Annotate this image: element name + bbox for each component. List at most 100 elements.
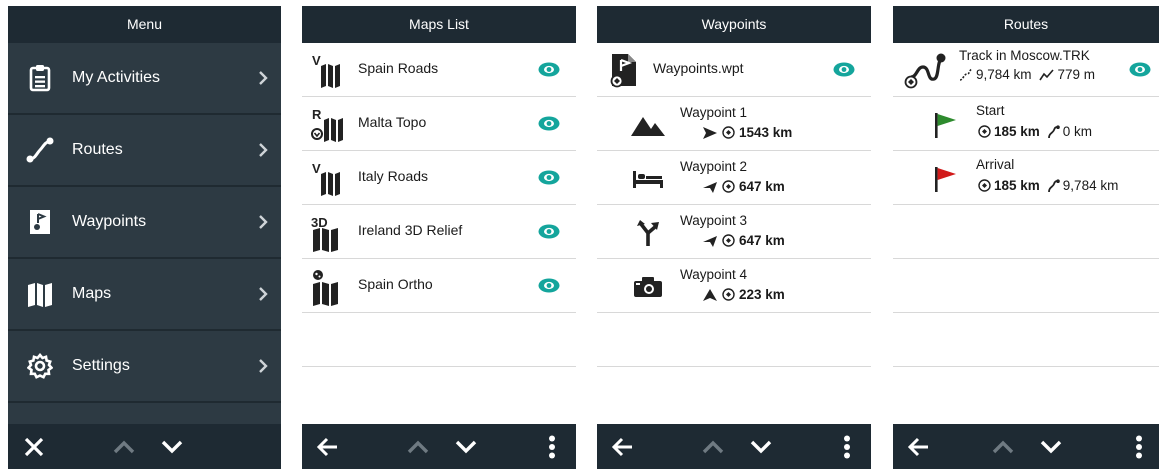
map-item-spain-roads[interactable]: V Spain Roads [302, 43, 576, 97]
maps-list-title: Maps List [302, 6, 576, 43]
route-point-arrival[interactable]: Arrival 185 km 9,784 km [893, 151, 1159, 205]
scroll-up-button[interactable] [398, 424, 438, 469]
visible-eye-icon[interactable] [538, 62, 560, 77]
waypoint-file-name: Waypoints.wpt [653, 60, 744, 76]
track-stats: 9,784 km 779 m [959, 67, 1095, 82]
waypoint-name: Waypoint 3 [680, 213, 748, 228]
relief-map-icon: 3D [306, 211, 352, 255]
scroll-down-button[interactable] [152, 424, 192, 469]
scroll-down-button[interactable] [1031, 424, 1071, 469]
route-point-start[interactable]: Start 185 km 0 km [893, 97, 1159, 151]
more-options-button[interactable] [1119, 424, 1159, 469]
route-point-name: Start [976, 103, 1005, 118]
waypoint-distance: 647 km [739, 233, 785, 248]
waypoint-distance: 1543 km [739, 125, 793, 140]
chevron-up-icon [113, 440, 135, 453]
scroll-up-button[interactable] [983, 424, 1023, 469]
bed-icon [631, 163, 665, 195]
waypoint-row[interactable]: Waypoint 1 1543 km [597, 97, 871, 151]
more-vertical-icon [549, 435, 555, 458]
maps-bottom-bar [302, 424, 576, 469]
scroll-up-button[interactable] [104, 424, 144, 469]
direction-arrow-icon [702, 234, 718, 248]
maps-list-screen: Maps List V Spain Roads R Malta Topo V I… [302, 6, 576, 469]
back-arrow-icon [317, 437, 337, 456]
visible-eye-icon[interactable] [538, 116, 560, 131]
more-options-button[interactable] [827, 424, 867, 469]
back-button[interactable] [899, 424, 939, 469]
close-icon [24, 437, 44, 456]
menu-screen: Menu My Activities Routes Waypoints Maps… [8, 6, 281, 469]
green-flag-icon [935, 113, 956, 138]
back-arrow-icon [612, 437, 632, 456]
route-point-distance: 185 km [994, 178, 1040, 193]
list-item-empty [893, 205, 1159, 259]
close-button[interactable] [14, 424, 54, 469]
ortho-map-icon [306, 265, 352, 309]
track-elevation: 779 m [1057, 67, 1096, 82]
map-name: Spain Ortho [358, 276, 433, 292]
chevron-right-icon [245, 358, 281, 374]
waypoint-row[interactable]: Waypoint 2 647 km [597, 151, 871, 205]
map-item-italy-roads[interactable]: V Italy Roads [302, 151, 576, 205]
menu-item-routes[interactable]: Routes [8, 115, 281, 187]
visible-eye-icon[interactable] [833, 62, 855, 77]
map-item-ireland-3d-relief[interactable]: 3D Ireland 3D Relief [302, 205, 576, 259]
scroll-down-button[interactable] [741, 424, 781, 469]
route-point-stats: 185 km 9,784 km [978, 178, 1118, 193]
routes-list: Track in Moscow.TRK 9,784 km 779 m Start… [893, 43, 1159, 424]
mountain-icon [631, 109, 665, 141]
direction-arrow-icon [702, 288, 718, 302]
waypoint-distance-info: 647 km [702, 179, 785, 194]
track-file-icon [903, 51, 947, 96]
menu-bottom-bar [8, 424, 281, 469]
map-item-spain-ortho[interactable]: Spain Ortho [302, 259, 576, 313]
waypoint-file-row[interactable]: Waypoints.wpt [597, 43, 871, 97]
menu-item-settings[interactable]: Settings [8, 331, 281, 403]
chevron-up-icon [702, 440, 724, 453]
list-item-empty [893, 313, 1159, 367]
raster-map-icon: R [306, 103, 352, 147]
back-button[interactable] [308, 424, 348, 469]
menu-item-waypoints[interactable]: Waypoints [8, 187, 281, 259]
chevron-down-icon [161, 440, 183, 453]
menu-item-my-activities[interactable]: My Activities [8, 43, 281, 115]
menu-title: Menu [8, 6, 281, 43]
camera-icon [631, 271, 665, 303]
along-route-icon [1047, 178, 1060, 193]
red-flag-icon [935, 167, 956, 192]
vector-map-icon: V [306, 157, 352, 201]
track-name: Track in Moscow.TRK [959, 48, 1090, 63]
waypoints-bottom-bar [597, 424, 871, 469]
distance-icon [722, 288, 735, 301]
distance-icon [722, 126, 735, 139]
back-button[interactable] [603, 424, 643, 469]
distance-icon [978, 125, 991, 138]
map-name: Ireland 3D Relief [358, 222, 463, 238]
track-row[interactable]: Track in Moscow.TRK 9,784 km 779 m [893, 43, 1159, 97]
visible-eye-icon[interactable] [538, 170, 560, 185]
scroll-down-button[interactable] [446, 424, 486, 469]
visible-eye-icon[interactable] [538, 278, 560, 293]
scroll-up-button[interactable] [693, 424, 733, 469]
waypoint-row[interactable]: Waypoint 4 223 km [597, 259, 871, 313]
more-options-button[interactable] [532, 424, 572, 469]
waypoint-distance-info: 223 km [702, 287, 785, 302]
map-type-badge: V [312, 161, 321, 176]
waypoint-distance: 223 km [739, 287, 785, 302]
map-item-malta-topo[interactable]: R Malta Topo [302, 97, 576, 151]
chevron-up-icon [407, 440, 429, 453]
route-point-along: 9,784 km [1062, 178, 1119, 193]
visible-eye-icon[interactable] [538, 224, 560, 239]
waypoints-list: Waypoints.wpt Waypoint 1 1543 km Waypoin… [597, 43, 871, 424]
map-type-badge: 3D [311, 215, 328, 230]
menu-item-maps[interactable]: Maps [8, 259, 281, 331]
menu-item-label: Routes [72, 141, 123, 158]
map-name: Spain Roads [358, 60, 439, 76]
waypoint-row[interactable]: Waypoint 3 647 km [597, 205, 871, 259]
chevron-right-icon [245, 214, 281, 230]
visible-eye-icon[interactable] [1129, 62, 1151, 77]
map-icon [8, 281, 72, 307]
waypoints-title: Waypoints [597, 6, 871, 43]
chevron-right-icon [245, 142, 281, 158]
